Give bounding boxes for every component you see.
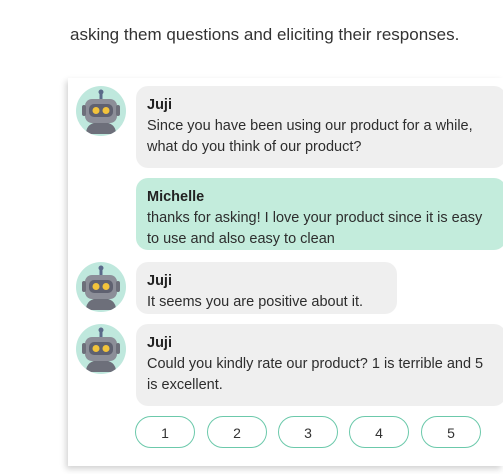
message-text: thanks for asking! I love your product s… xyxy=(147,210,483,247)
message-text: It seems you are positive about it. xyxy=(147,294,363,310)
chat-window: Juji Since you have been using our produ… xyxy=(68,78,503,466)
bot-message: Juji Could you kindly rate our product? … xyxy=(136,324,503,406)
rating-button-1[interactable]: 1 xyxy=(135,416,195,448)
rating-options: 1 2 3 4 5 xyxy=(135,416,495,450)
user-message: Michelle thanks for asking! I love your … xyxy=(136,178,503,250)
bot-avatar xyxy=(76,86,126,136)
sender-name: Michelle xyxy=(147,189,205,205)
sender-name: Juji xyxy=(147,97,172,113)
message-text: Could you kindly rate our product? 1 is … xyxy=(147,356,484,393)
bot-avatar xyxy=(76,324,126,374)
bot-message: Juji It seems you are positive about it. xyxy=(136,262,397,314)
rating-button-5[interactable]: 5 xyxy=(421,416,481,448)
robot-icon xyxy=(82,327,120,372)
rating-button-3[interactable]: 3 xyxy=(278,416,338,448)
sender-name: Juji xyxy=(147,273,172,289)
robot-icon xyxy=(82,89,120,134)
bot-message: Juji Since you have been using our produ… xyxy=(136,86,503,168)
page: asking them questions and eliciting thei… xyxy=(0,0,503,474)
bot-avatar xyxy=(76,262,126,312)
message-text: Since you have been using our product fo… xyxy=(147,118,473,155)
sender-name: Juji xyxy=(147,335,172,351)
rating-button-4[interactable]: 4 xyxy=(349,416,409,448)
robot-icon xyxy=(82,265,120,310)
intro-text: asking them questions and eliciting thei… xyxy=(70,25,460,44)
rating-button-2[interactable]: 2 xyxy=(207,416,267,448)
